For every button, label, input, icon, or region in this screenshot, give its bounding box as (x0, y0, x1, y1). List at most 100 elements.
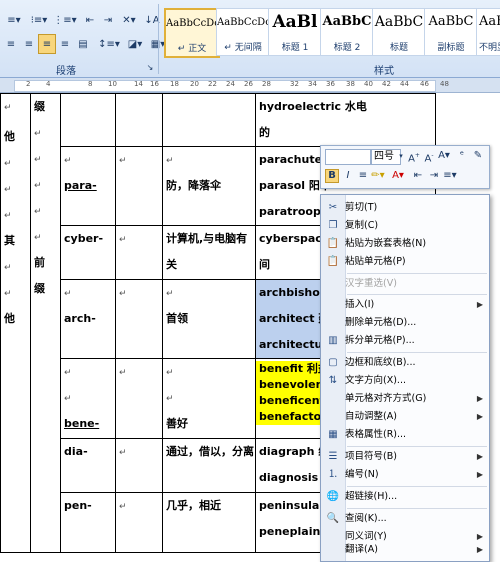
increase-indent-icon[interactable]: ⇥ (427, 169, 441, 183)
submenu-arrow-icon: ▶ (476, 545, 483, 554)
text-color-icon[interactable]: A▾ (391, 169, 405, 183)
align-left-button[interactable]: ≡ (2, 34, 20, 54)
distribute-button[interactable]: ▤ (74, 34, 92, 54)
cell-meaning[interactable]: 通过，借以，分离 (162, 438, 256, 493)
table-icon: ▦ (328, 429, 338, 440)
menu-item-cell-alignment[interactable]: 单元格对齐方式(G) ▶ (321, 390, 489, 408)
menu-item-borders-shading[interactable]: ▢ 边框和底纹(B)... (321, 354, 489, 372)
center-icon[interactable]: ≡ (356, 169, 370, 183)
menu-item-label: 汉字重选(V) (345, 278, 397, 289)
decrease-indent-icon[interactable]: ⇤ (411, 169, 425, 183)
cell-blank[interactable]: ↵ (115, 492, 163, 553)
line-spacing-button[interactable]: ↕≡▾ (96, 34, 122, 54)
cell-blank[interactable]: ↵ (115, 358, 163, 439)
menu-item-copy[interactable]: ❐ 复制(C) (321, 217, 489, 235)
cell-blank[interactable]: ↵ (115, 146, 163, 226)
paste-icon: 📋 (326, 238, 340, 249)
mini-toolbar: 四号 ▾ A+ A- A▾ ᵉ ✎ B I ≡ ✏▾ A▾ ⇤ ⇥ ≡▾ (320, 145, 490, 189)
menu-item-label: 复制(C) (345, 220, 379, 231)
hyperlink-icon: 🌐 (326, 491, 340, 502)
menu-item-numbering[interactable]: ⒈ 编号(N) ▶ (321, 466, 489, 484)
multilevel-list-button[interactable]: ⋮≡▾ (52, 10, 78, 30)
style-name: 标题 2 (333, 43, 361, 53)
cell-prefix[interactable]: pen- (60, 492, 116, 553)
cell-affix-type[interactable]: 缀 ↵ ↵ ↵ ↵ ↵ 前 缀 (30, 93, 61, 553)
cell-prefix[interactable]: ↵ ↵ bene- (60, 358, 116, 439)
submenu-arrow-icon: ▶ (476, 394, 483, 403)
bullets-button[interactable]: ≡▾ (2, 10, 26, 30)
style-subtitle[interactable]: AaBbC 副标题 (424, 8, 478, 56)
cell-meaning[interactable]: 计算机,与电脑有关 (162, 225, 256, 280)
bullets-icon[interactable]: ≡▾ (443, 169, 457, 183)
example-line: hydroelectric 水电 (259, 100, 367, 113)
menu-item-insert[interactable]: 插入(I) ▶ (321, 296, 489, 314)
grow-font-icon[interactable]: A+ (407, 149, 421, 164)
menu-item-paste-nested-table[interactable]: 📋 粘贴为嵌套表格(N) (321, 235, 489, 253)
highlight-icon[interactable]: ✏▾ (371, 169, 385, 183)
menu-item-reconvert: 汉字重选(V) (321, 275, 489, 293)
menu-item-split-cells[interactable]: ▥ 拆分单元格(P)... (321, 332, 489, 350)
cell-meaning[interactable]: ↵ 首领 (162, 279, 256, 359)
cell-prefix[interactable] (60, 93, 116, 147)
cell-examples[interactable]: hydroelectric 水电 的 (255, 93, 436, 147)
style-name: ↵ 正文 (177, 44, 207, 54)
ruler-number: 48 (440, 80, 449, 88)
menu-separator (347, 446, 487, 447)
cell-blank[interactable] (115, 93, 163, 147)
cell-meaning[interactable]: ↵ 防，降落伞 (162, 146, 256, 226)
cell-prefix[interactable]: ↵ arch- (60, 279, 116, 359)
style-subtle-emphasis[interactable]: AaBbC 不明显 (476, 8, 500, 56)
category-char: 其 (4, 234, 15, 247)
menu-item-translate[interactable]: 翻译(A) ▶ (321, 542, 489, 558)
increase-indent-button[interactable]: ⇥ (98, 10, 118, 30)
shading-button[interactable]: ◪▾ (124, 34, 146, 54)
cell-blank[interactable]: ↵ (115, 279, 163, 359)
bold-icon[interactable]: B (325, 169, 339, 183)
cell-prefix[interactable]: cyber- (60, 225, 116, 280)
menu-item-paste-cells[interactable]: 📋 粘贴单元格(P) (321, 253, 489, 271)
font-name-field[interactable] (325, 149, 371, 165)
cell-meaning[interactable] (162, 93, 256, 147)
cell-blank[interactable]: ↵ (115, 225, 163, 280)
menu-separator (347, 352, 487, 353)
justify-button[interactable]: ≡ (56, 34, 74, 54)
paragraph-dialog-launcher[interactable]: ↘ (144, 61, 156, 73)
affix-char: 前 (34, 256, 45, 269)
menu-item-bullets[interactable]: ☰ 项目符号(B) ▶ (321, 448, 489, 466)
numbering-button[interactable]: ⁝≡▾ (26, 10, 52, 30)
style-normal[interactable]: AaBbCcDc ↵ 正文 (164, 8, 220, 58)
format-painter-icon[interactable]: ✎ (471, 149, 485, 163)
cell-meaning[interactable]: 几乎，相近 (162, 492, 256, 553)
style-no-spacing[interactable]: AaBbCcDc ↵ 无间隔 (216, 8, 270, 56)
ruler-number: 44 (400, 80, 409, 88)
menu-item-autofit[interactable]: 自动调整(A) ▶ (321, 408, 489, 426)
phonetic-guide-icon[interactable]: ᵉ (455, 149, 469, 163)
style-title[interactable]: AaBbC 标题 (372, 8, 426, 56)
meaning-text: 几乎，相近 (166, 499, 221, 512)
horizontal-ruler[interactable]: 2 4 8 10 14 16 18 20 22 24 26 28 32 34 3… (0, 78, 500, 93)
menu-item-delete-cells[interactable]: 删除单元格(D)... (321, 314, 489, 332)
cell-meaning[interactable]: ↵ ↵ 善好 (162, 358, 256, 439)
group-separator (158, 4, 159, 74)
style-heading-2[interactable]: AaBbC 标题 2 (320, 8, 374, 56)
align-right-button[interactable]: ≡ (38, 34, 56, 54)
menu-item-hyperlink[interactable]: 🌐 超链接(H)... (321, 488, 489, 506)
sort-button[interactable]: ↓A (142, 10, 162, 30)
style-sample: AaBbC (322, 14, 372, 29)
cell-category[interactable]: ↵ 他 ↵ ↵ ↵ 其 ↵ ↵ 他 (0, 93, 31, 553)
menu-item-table-properties[interactable]: ▦ 表格属性(R)... (321, 426, 489, 444)
cell-prefix[interactable]: ↵ para- (60, 146, 116, 226)
shrink-font-icon[interactable]: A- (422, 149, 436, 164)
menu-item-text-direction[interactable]: ⇅ 文字方向(X)... (321, 372, 489, 390)
cell-blank[interactable]: ↵ (115, 438, 163, 493)
decrease-indent-button[interactable]: ⇤ (80, 10, 100, 30)
style-heading-1[interactable]: AaBl 标题 1 (268, 8, 322, 56)
align-center-button[interactable]: ≡ (20, 34, 38, 54)
italic-icon[interactable]: I (341, 169, 355, 183)
cell-prefix[interactable]: dia- (60, 438, 116, 493)
menu-item-lookup[interactable]: 🔍 查阅(K)... (321, 510, 489, 528)
chinese-layout-button[interactable]: ✕▾ (118, 10, 140, 30)
font-color-icon[interactable]: A▾ (437, 149, 451, 163)
menu-item-cut[interactable]: ✂ 剪切(T) (321, 199, 489, 217)
font-size-dropdown-icon[interactable]: ▾ (397, 149, 405, 163)
